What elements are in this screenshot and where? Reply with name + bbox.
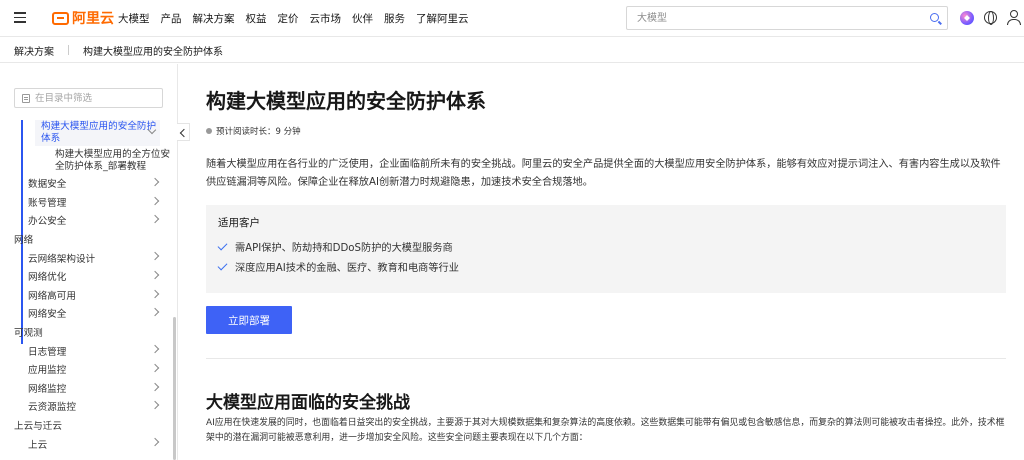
toc-item-label: 数据安全 <box>28 179 67 191</box>
chevron-right-icon <box>150 214 160 224</box>
check-icon <box>217 240 228 250</box>
read-time-text: 预计阅读时长：9 分钟 <box>216 127 301 137</box>
toc-item-network-security[interactable]: 网络安全 <box>0 304 172 323</box>
breadcrumb-current: 构建大模型应用的安全防护体系 <box>83 46 223 58</box>
chevron-right-icon <box>150 363 160 373</box>
toc-item-cloud-onboarding[interactable]: 上云 <box>0 434 172 453</box>
document-icon <box>22 94 30 103</box>
search-box <box>626 6 948 30</box>
user-icon[interactable] <box>1007 10 1021 25</box>
toc-group-observability[interactable]: 可观测 <box>0 323 172 342</box>
toc-item-label: 网络优化 <box>28 272 67 284</box>
toc-item-app-monitoring[interactable]: 应用监控 <box>0 360 172 379</box>
search-icon[interactable] <box>930 13 939 22</box>
toc-item-label: 上云 <box>28 439 48 451</box>
toc-item-data-security[interactable]: 数据安全 <box>0 174 172 193</box>
chevron-right-icon <box>150 252 160 261</box>
sidebar-scrollbar[interactable] <box>173 317 176 460</box>
toc-item-active[interactable]: 构建大模型应用的安全防护体系 <box>35 120 160 146</box>
aliyun-logo-icon <box>52 11 69 25</box>
logo[interactable]: 阿里云 <box>52 9 114 27</box>
chevron-right-icon <box>150 270 160 280</box>
menu-icon[interactable] <box>14 12 26 23</box>
nav-item-about[interactable]: 了解阿里云 <box>416 11 469 26</box>
logo-text: 阿里云 <box>72 11 114 27</box>
toc-group-label: 可观测 <box>14 328 43 340</box>
breadcrumb-separator <box>68 45 69 55</box>
target-customers-panel: 适用客户 需API保护、防劫持和DDoS防护的大模型服务商 深度应用AI技术的金… <box>206 205 1006 293</box>
intro-paragraph: 随着大模型应用在各行业的广泛使用，企业面临前所未有的安全挑战。阿里云的安全产品提… <box>206 159 1001 188</box>
nav-item-large-models[interactable]: 大模型 <box>118 11 150 26</box>
toc-item-label: 云资源监控 <box>28 402 76 414</box>
chevron-right-icon <box>150 177 160 187</box>
nav-item-benefits[interactable]: 权益 <box>246 11 267 26</box>
check-icon <box>217 260 228 270</box>
read-time: 预计阅读时长：9 分钟 <box>206 125 301 137</box>
toc-item-label: 网络安全 <box>28 309 67 321</box>
chevron-right-icon <box>150 289 160 298</box>
deploy-now-button[interactable]: 立即部署 <box>206 306 292 334</box>
toc-tree: 构建大模型应用的安全防护体系 构建大模型应用的全方位安全防护体系_部署教程 数据… <box>0 120 172 453</box>
target-customers-title: 适用客户 <box>218 217 260 229</box>
toc-filter <box>14 88 163 108</box>
nav-item-solutions[interactable]: 解决方案 <box>193 11 235 26</box>
toc-filter-input[interactable] <box>35 89 155 107</box>
customer-item: 深度应用AI技术的金融、医疗、教育和电商等行业 <box>217 259 459 274</box>
customer-item-text: 需API保护、防劫持和DDoS防护的大模型服务商 <box>235 243 453 254</box>
toc-item-log-management[interactable]: 日志管理 <box>0 341 172 360</box>
section-paragraph: AI应用在快速发展的同时，也面临着日益突出的安全挑战，主要源于其对大规模数据集和… <box>206 418 1005 443</box>
toc-item-label: 云网络架构设计 <box>28 253 96 265</box>
chevron-right-icon <box>150 400 160 410</box>
toc-item-label: 日志管理 <box>28 346 67 358</box>
toc-item-label: 办公安全 <box>28 216 67 228</box>
nav-item-pricing[interactable]: 定价 <box>278 11 299 26</box>
main-nav: 大模型 产品 解决方案 权益 定价 云市场 伙伴 服务 了解阿里云 <box>118 11 480 26</box>
chevron-right-icon <box>150 307 160 317</box>
globe-icon[interactable] <box>984 11 997 25</box>
top-navigation-bar: 阿里云 大模型 产品 解决方案 权益 定价 云市场 伙伴 服务 了解阿里云 <box>0 0 1024 37</box>
clock-icon <box>206 128 212 134</box>
search-input[interactable] <box>627 7 917 29</box>
toc-item-cloud-resource-monitoring[interactable]: 云资源监控 <box>0 397 172 416</box>
sidebar: 构建大模型应用的安全防护体系 构建大模型应用的全方位安全防护体系_部署教程 数据… <box>0 64 178 460</box>
toc-item-label: 网络监控 <box>28 383 67 395</box>
chevron-right-icon <box>150 438 160 447</box>
toc-item-label: 应用监控 <box>28 365 67 377</box>
toc-item-network-high-availability[interactable]: 网络高可用 <box>0 286 172 305</box>
chevron-right-icon <box>150 196 160 205</box>
page-title: 构建大模型应用的安全防护体系 <box>206 89 486 113</box>
nav-item-partners[interactable]: 伙伴 <box>352 11 373 26</box>
toc-item-active-label: 构建大模型应用的安全防护体系 <box>41 121 157 144</box>
toc-item-account-management[interactable]: 账号管理 <box>0 193 172 212</box>
toc-item-label: 账号管理 <box>28 197 67 209</box>
nav-item-products[interactable]: 产品 <box>161 11 182 26</box>
breadcrumb: 解决方案 构建大模型应用的安全防护体系 <box>0 38 1024 63</box>
toc-group-label: 网络 <box>14 235 34 247</box>
collapse-sidebar-button[interactable] <box>177 123 190 141</box>
toc-group-network[interactable]: 网络 <box>0 230 172 249</box>
nav-item-services[interactable]: 服务 <box>384 11 405 26</box>
toc-item-network-monitoring[interactable]: 网络监控 <box>0 379 172 398</box>
toc-sub-item-deploy-tutorial[interactable]: 构建大模型应用的全方位安全防护体系_部署教程 <box>0 146 172 174</box>
ai-assistant-icon[interactable] <box>960 11 974 25</box>
toc-item-label: 网络高可用 <box>28 290 76 302</box>
toc-item-office-security[interactable]: 办公安全 <box>0 211 172 230</box>
divider <box>206 358 1006 359</box>
section-title: 大模型应用面临的安全挑战 <box>206 393 410 413</box>
toc-item-network-optimization[interactable]: 网络优化 <box>0 267 172 286</box>
chevron-right-icon <box>150 382 160 391</box>
toc-group-label: 上云与迁云 <box>14 421 62 433</box>
toc-item-cloud-network-design[interactable]: 云网络架构设计 <box>0 248 172 267</box>
customer-item: 需API保护、防劫持和DDoS防护的大模型服务商 <box>217 239 453 254</box>
toc-group-migration[interactable]: 上云与迁云 <box>0 416 172 435</box>
breadcrumb-root[interactable]: 解决方案 <box>14 43 54 58</box>
nav-item-marketplace[interactable]: 云市场 <box>310 11 342 26</box>
customer-item-text: 深度应用AI技术的金融、医疗、教育和电商等行业 <box>235 263 459 274</box>
chevron-right-icon <box>150 345 160 354</box>
